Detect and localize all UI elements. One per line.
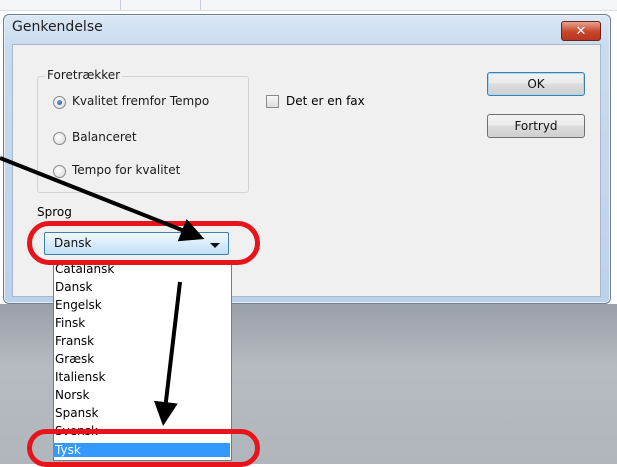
arrow-to-dropdown: [0, 156, 205, 242]
arrow-to-tysk: [153, 281, 182, 426]
annotation-arrows: [0, 156, 205, 426]
